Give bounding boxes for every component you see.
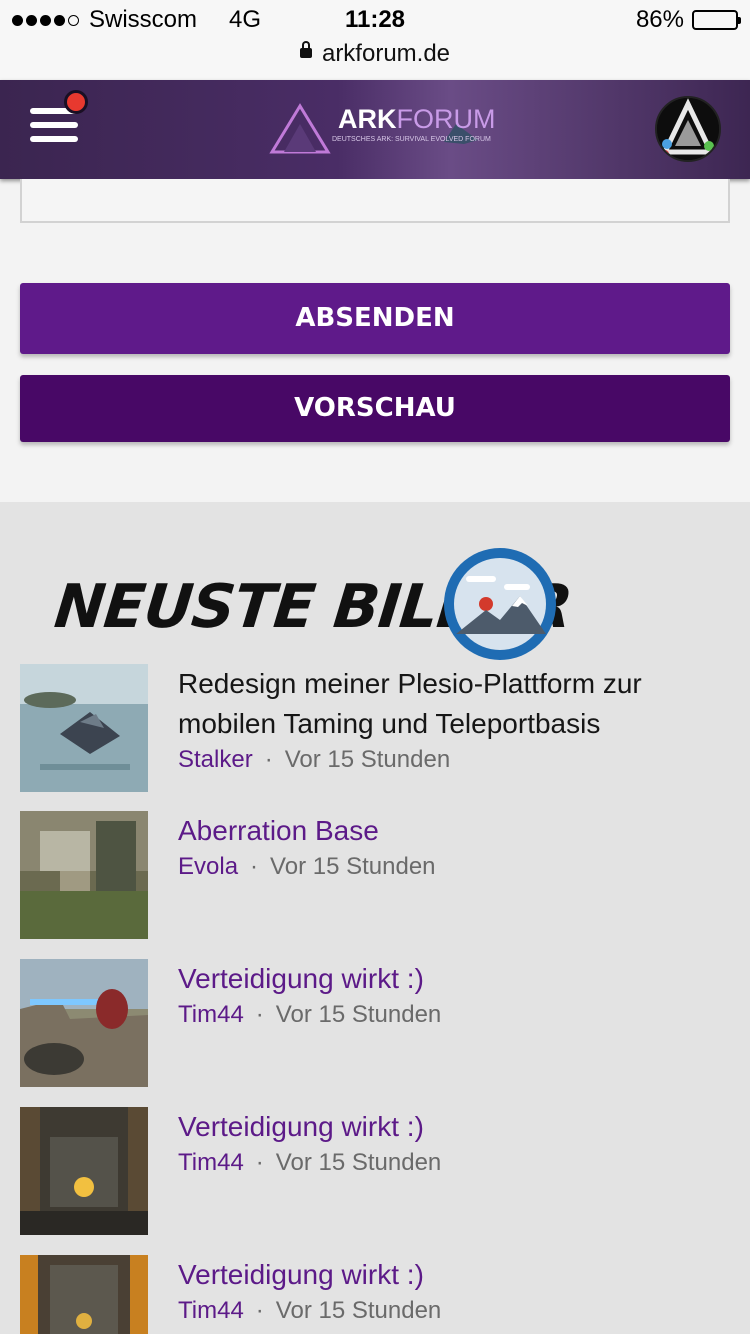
- item-thumbnail[interactable]: [20, 1107, 148, 1235]
- item-author[interactable]: Stalker: [178, 746, 253, 773]
- item-title[interactable]: Verteidigung wirkt :): [178, 1255, 730, 1295]
- latest-images-section: NEUSTE BILDER Redesign meiner Plesio-Pla…: [0, 502, 750, 1334]
- item-time: Vor 15 Stunden: [284, 746, 451, 773]
- item-thumbnail[interactable]: [20, 811, 148, 939]
- lock-icon: [299, 40, 312, 58]
- item-time: Vor 15 Stunden: [275, 1001, 442, 1028]
- image-thumbnail-icon: [20, 959, 148, 1087]
- battery-status: 86%: [635, 6, 741, 34]
- battery-icon: [692, 10, 741, 30]
- image-thumbnail-icon: [20, 1107, 148, 1235]
- item-thumbnail[interactable]: [20, 1255, 148, 1334]
- item-meta: Tim44 · Vor 15 Stunden: [178, 1001, 442, 1028]
- mountain-icon: [444, 548, 556, 660]
- status-bar: Swisscom 4G 11:28 86% arkforum.de: [0, 0, 750, 80]
- battery-percent: 86%: [635, 6, 684, 33]
- address-bar[interactable]: arkforum.de: [0, 40, 750, 68]
- item-author[interactable]: Tim44: [178, 1149, 244, 1176]
- menu-button[interactable]: [30, 108, 78, 150]
- item-title[interactable]: Verteidigung wirkt :): [178, 1107, 730, 1147]
- list-item[interactable]: Redesign meiner Plesio-Plattform zur mob…: [20, 664, 730, 792]
- list-item[interactable]: Verteidigung wirkt :) Tim44 · Vor 15 Stund…: [20, 1255, 730, 1334]
- item-meta: Evola · Vor 15 Stunden: [178, 853, 436, 880]
- preview-button[interactable]: VORSCHAU: [20, 375, 730, 442]
- item-author[interactable]: Tim44: [178, 1001, 244, 1028]
- logo-wordmark: ARKFORUM: [338, 104, 496, 134]
- user-avatar[interactable]: [655, 96, 721, 162]
- item-thumbnail[interactable]: [20, 664, 148, 792]
- ark-avatar-icon: [657, 98, 719, 160]
- image-thumbnail-icon: [20, 811, 148, 939]
- item-meta: Tim44 · Vor 15 Stunden: [178, 1297, 442, 1324]
- list-item[interactable]: Aberration Base Evola · Vor 15 Stunden: [20, 811, 730, 939]
- notification-badge: [64, 90, 88, 114]
- list-item[interactable]: Verteidigung wirkt :) Tim44 · Vor 15 Stund…: [20, 959, 730, 1087]
- image-thumbnail-icon: [20, 1255, 148, 1334]
- item-thumbnail[interactable]: [20, 959, 148, 1087]
- item-time: Vor 15 Stunden: [270, 853, 436, 880]
- site-header: ARKFORUM DEUTSCHES ARK: SURVIVAL EVOLVED…: [0, 80, 750, 179]
- list-item[interactable]: Verteidigung wirkt :) Tim44 · Vor 15 Stund…: [20, 1107, 730, 1235]
- item-meta: Stalker · Vor 15 Stunden: [178, 746, 451, 773]
- logo-subtitle: DEUTSCHES ARK: SURVIVAL EVOLVED FORUM: [332, 136, 491, 143]
- item-meta: Tim44 · Vor 15 Stunden: [178, 1149, 442, 1176]
- item-time: Vor 15 Stunden: [275, 1149, 442, 1176]
- item-title[interactable]: Aberration Base: [178, 811, 730, 851]
- image-thumbnail-icon: [20, 664, 148, 792]
- site-logo[interactable]: ARKFORUM DEUTSCHES ARK: SURVIVAL EVOLVED…: [268, 102, 495, 156]
- address-domain: arkforum.de: [321, 40, 451, 67]
- item-title[interactable]: Redesign meiner Plesio-Plattform zur mob…: [178, 664, 730, 744]
- submit-button[interactable]: ABSENDEN: [20, 283, 730, 354]
- item-author[interactable]: Tim44: [178, 1297, 244, 1324]
- message-textarea[interactable]: [20, 179, 730, 223]
- item-author[interactable]: Evola: [178, 853, 238, 880]
- item-title[interactable]: Verteidigung wirkt :): [178, 959, 730, 999]
- item-time: Vor 15 Stunden: [275, 1297, 442, 1324]
